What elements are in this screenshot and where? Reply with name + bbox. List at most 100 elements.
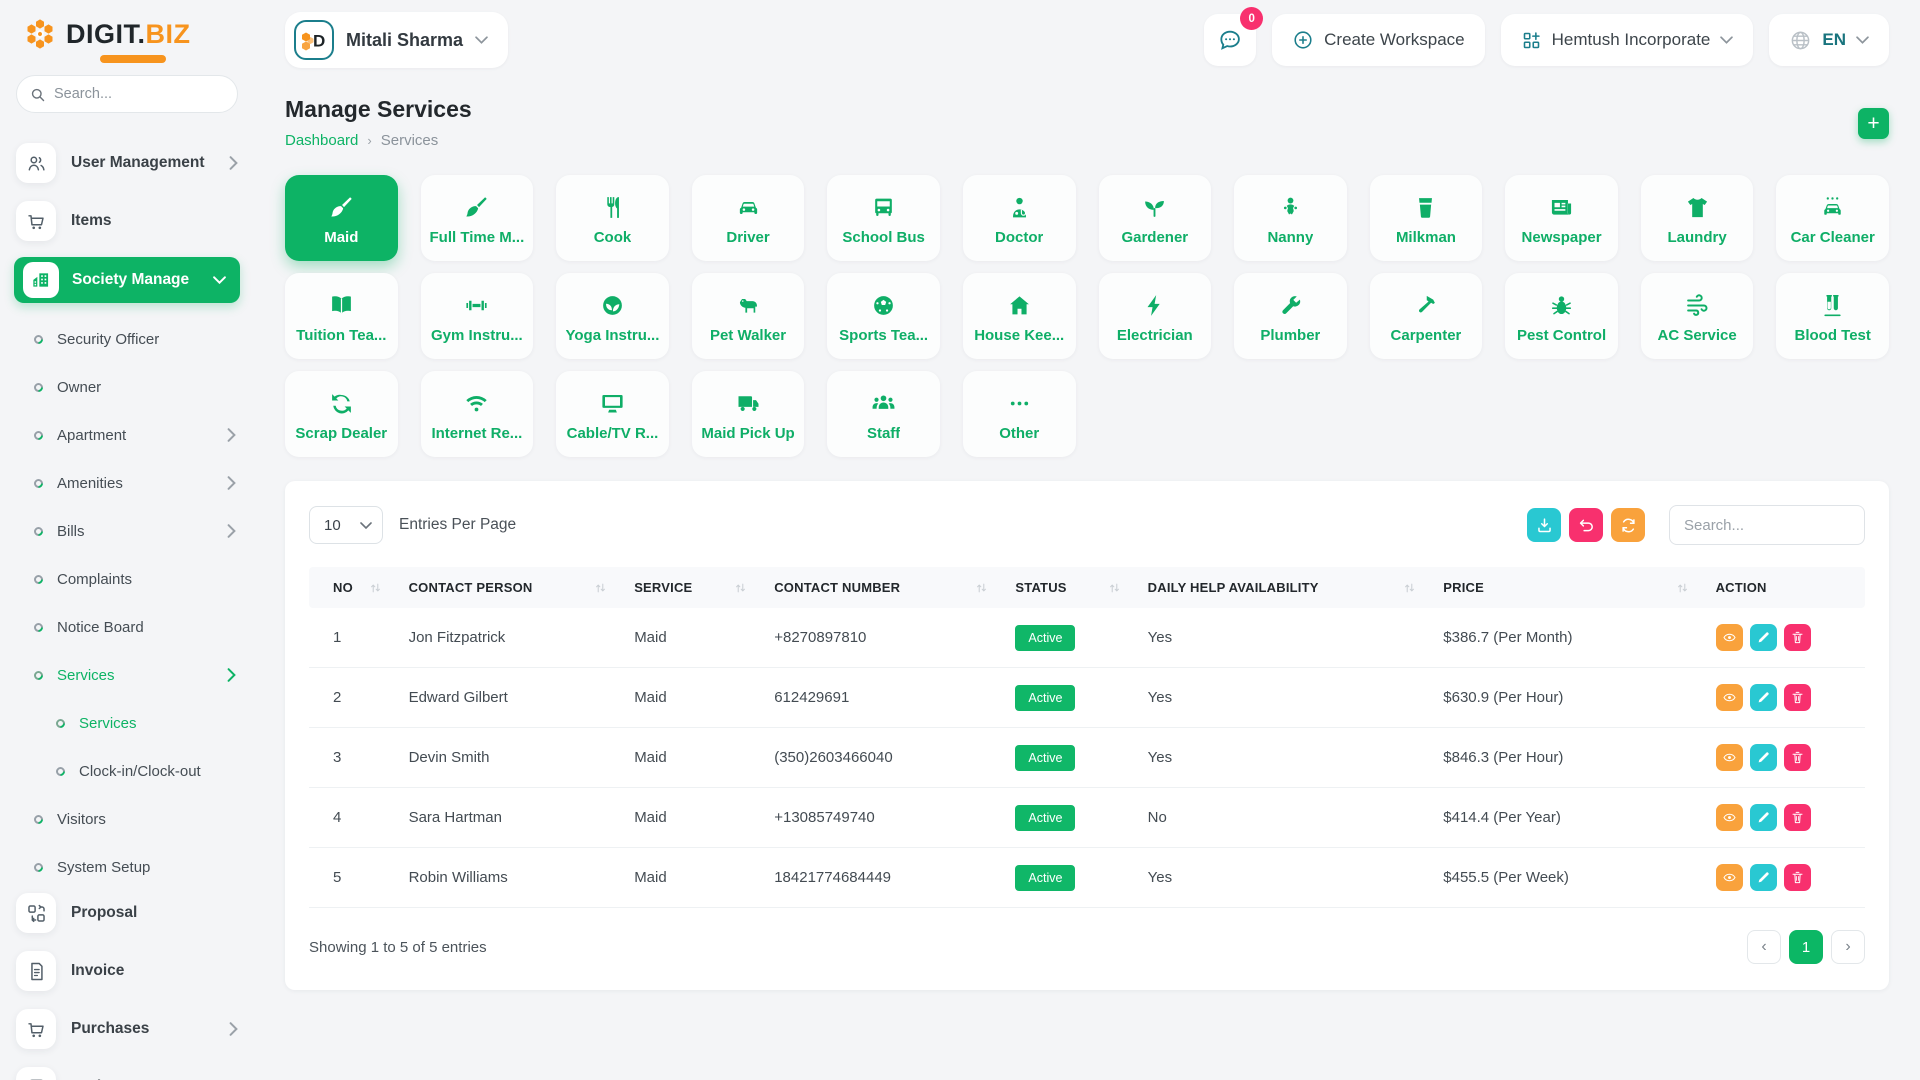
delete-button[interactable]: [1784, 624, 1811, 651]
view-button[interactable]: [1716, 684, 1743, 711]
bullet-icon: [32, 669, 45, 682]
column-header-no[interactable]: NO: [309, 567, 395, 608]
sidebar-search-input[interactable]: [54, 86, 225, 102]
sidebar-subitem-clock-in-clock-out[interactable]: Clock-in/Clock-out: [0, 747, 256, 795]
service-tile-sports-tea[interactable]: Sports Tea...: [827, 273, 940, 359]
sidebar-subitem-bills[interactable]: Bills: [0, 507, 256, 555]
sidebar-item-proposal[interactable]: Proposal: [0, 891, 256, 935]
service-tile-plumber[interactable]: Plumber: [1234, 273, 1347, 359]
sidebar-subitem-complaints[interactable]: Complaints: [0, 555, 256, 603]
language-selector[interactable]: EN: [1769, 14, 1889, 66]
service-tile-full-time-m[interactable]: Full Time M...: [421, 175, 534, 261]
create-workspace-button[interactable]: Create Workspace: [1272, 14, 1484, 66]
column-header-status[interactable]: STATUS: [1001, 567, 1133, 608]
service-tile-maid-pick-up[interactable]: Maid Pick Up: [692, 371, 805, 457]
breadcrumb: Dashboard › Services: [285, 132, 472, 149]
service-tile-other[interactable]: Other: [963, 371, 1076, 457]
delete-button[interactable]: [1784, 744, 1811, 771]
cell-status: Active: [1001, 668, 1133, 728]
edit-button[interactable]: [1750, 864, 1777, 891]
view-button[interactable]: [1716, 744, 1743, 771]
refresh-button[interactable]: [1611, 508, 1645, 542]
page-number-button[interactable]: 1: [1789, 930, 1823, 964]
cell-price: $414.4 (Per Year): [1429, 788, 1701, 848]
view-button[interactable]: [1716, 804, 1743, 831]
service-tile-school-bus[interactable]: School Bus: [827, 175, 940, 261]
delete-button[interactable]: [1784, 684, 1811, 711]
cell-daily-help: No: [1134, 788, 1430, 848]
service-tile-car-cleaner[interactable]: Car Cleaner: [1776, 175, 1889, 261]
company-selector[interactable]: Hemtush Incorporate: [1501, 14, 1754, 66]
workspace-selector[interactable]: D Mitali Sharma: [285, 12, 508, 68]
sidebar-item-purchases[interactable]: Purchases: [0, 1007, 256, 1051]
cell-contact-person: Jon Fitzpatrick: [395, 608, 621, 668]
service-tile-doctor[interactable]: Doctor: [963, 175, 1076, 261]
service-tile-cable-tv-r[interactable]: Cable/TV R...: [556, 371, 669, 457]
service-tile-milkman[interactable]: Milkman: [1370, 175, 1483, 261]
sidebar-item-society-manage[interactable]: Society Manage: [14, 257, 240, 303]
export-button[interactable]: [1527, 508, 1561, 542]
column-header-daily-help-availability[interactable]: DAILY HELP AVAILABILITY: [1134, 567, 1430, 608]
brand-logo[interactable]: DIGIT.BIZ: [0, 16, 256, 52]
table-search-input[interactable]: [1669, 505, 1865, 545]
eye-icon: [1722, 870, 1737, 885]
service-tile-pest-control[interactable]: Pest Control: [1505, 273, 1618, 359]
sidebar-subitem-services[interactable]: Services: [0, 651, 256, 699]
service-tile-newspaper[interactable]: Newspaper: [1505, 175, 1618, 261]
column-header-price[interactable]: PRICE: [1429, 567, 1701, 608]
service-tile-nanny[interactable]: Nanny: [1234, 175, 1347, 261]
service-tile-cook[interactable]: Cook: [556, 175, 669, 261]
column-header-contact-person[interactable]: CONTACT PERSON: [395, 567, 621, 608]
service-tile-scrap-dealer[interactable]: Scrap Dealer: [285, 371, 398, 457]
sidebar-item-items[interactable]: Items: [0, 199, 256, 243]
edit-button[interactable]: [1750, 744, 1777, 771]
sidebar-item-invoice[interactable]: Invoice: [0, 949, 256, 993]
column-header-service[interactable]: SERVICE: [620, 567, 760, 608]
sidebar-subitem-system-setup[interactable]: System Setup: [0, 843, 256, 891]
service-tile-ac-service[interactable]: AC Service: [1641, 273, 1754, 359]
add-service-button[interactable]: +: [1858, 108, 1889, 139]
service-tile-house-kee[interactable]: House Kee...: [963, 273, 1076, 359]
service-tile-gym-instru[interactable]: Gym Instru...: [421, 273, 534, 359]
sidebar-item-projects[interactable]: Projects: [0, 1065, 256, 1080]
sidebar-subitem-apartment[interactable]: Apartment: [0, 411, 256, 459]
trash-icon: [1790, 810, 1805, 825]
edit-button[interactable]: [1750, 624, 1777, 651]
sidebar-subitem-notice-board[interactable]: Notice Board: [0, 603, 256, 651]
delete-button[interactable]: [1784, 804, 1811, 831]
milk-glass-icon: [1413, 195, 1438, 220]
sidebar-subitem-security-officer[interactable]: Security Officer: [0, 315, 256, 363]
entries-per-page-select[interactable]: 10: [309, 506, 383, 544]
next-page-button[interactable]: ›: [1831, 930, 1865, 964]
sidebar-subitem-owner[interactable]: Owner: [0, 363, 256, 411]
service-tile-electrician[interactable]: Electrician: [1099, 273, 1212, 359]
service-tile-carpenter[interactable]: Carpenter: [1370, 273, 1483, 359]
column-header-contact-number[interactable]: CONTACT NUMBER: [760, 567, 1001, 608]
chat-button[interactable]: 0: [1204, 14, 1256, 66]
service-tile-internet-re[interactable]: Internet Re...: [421, 371, 534, 457]
service-tile-maid[interactable]: Maid: [285, 175, 398, 261]
undo-button[interactable]: [1569, 508, 1603, 542]
sidebar-subitem-visitors[interactable]: Visitors: [0, 795, 256, 843]
edit-button[interactable]: [1750, 804, 1777, 831]
service-tile-pet-walker[interactable]: Pet Walker: [692, 273, 805, 359]
cart-icon: [16, 201, 56, 241]
service-tile-tuition-tea[interactable]: Tuition Tea...: [285, 273, 398, 359]
sidebar-item-user-management[interactable]: User Management: [0, 141, 256, 185]
eye-icon: [1722, 750, 1737, 765]
service-tile-gardener[interactable]: Gardener: [1099, 175, 1212, 261]
service-tile-yoga-instru[interactable]: Yoga Instru...: [556, 273, 669, 359]
service-tile-driver[interactable]: Driver: [692, 175, 805, 261]
previous-page-button[interactable]: ‹: [1747, 930, 1781, 964]
view-button[interactable]: [1716, 624, 1743, 651]
edit-button[interactable]: [1750, 684, 1777, 711]
view-button[interactable]: [1716, 864, 1743, 891]
service-tile-laundry[interactable]: Laundry: [1641, 175, 1754, 261]
breadcrumb-dashboard[interactable]: Dashboard: [285, 132, 358, 149]
wrench-icon: [1278, 293, 1303, 318]
delete-button[interactable]: [1784, 864, 1811, 891]
sidebar-subitem-amenities[interactable]: Amenities: [0, 459, 256, 507]
service-tile-staff[interactable]: Staff: [827, 371, 940, 457]
sidebar-subitem-services[interactable]: Services: [0, 699, 256, 747]
service-tile-blood-test[interactable]: Blood Test: [1776, 273, 1889, 359]
